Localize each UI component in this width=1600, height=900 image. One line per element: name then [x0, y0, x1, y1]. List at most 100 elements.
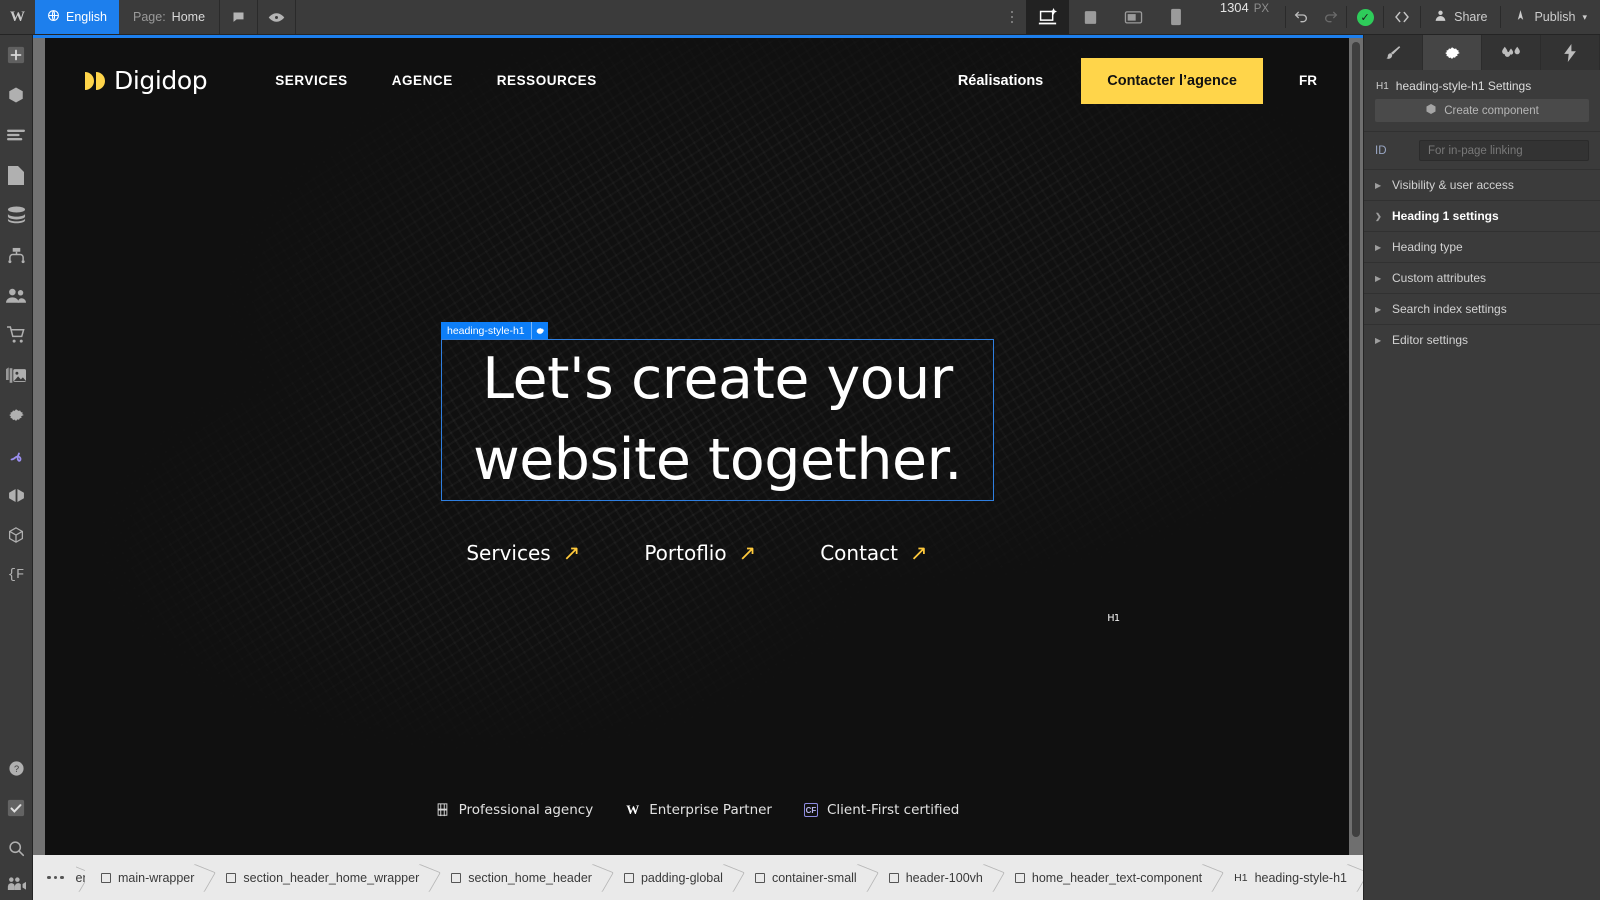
breadcrumb-section-home-header[interactable]: section_home_header — [435, 855, 608, 900]
breakpoint-tablet[interactable] — [1112, 0, 1155, 34]
canvas-scrollbar[interactable] — [1349, 38, 1363, 855]
box-icon — [754, 872, 765, 883]
selection-tag-label: heading-style-h1 — [447, 324, 525, 337]
share-button[interactable]: Share — [1421, 0, 1500, 34]
canvas-left-gutter[interactable] — [33, 38, 45, 855]
section-heading-type[interactable]: ▶ Heading type — [1364, 231, 1600, 262]
id-placeholder: For in-page linking — [1428, 144, 1523, 157]
gear-icon[interactable] — [530, 322, 548, 339]
breadcrumb-main-wrapper[interactable]: main-wrapper — [85, 855, 210, 900]
id-label: ID — [1375, 144, 1387, 157]
site-preview[interactable]: Digidop SERVICES AGENCE RESSOURCES Réali… — [45, 38, 1349, 855]
hero-link-label: Services — [466, 541, 551, 565]
hero-link-label: Portoflio — [644, 541, 727, 565]
section-custom-attributes[interactable]: ▶ Custom attributes — [1364, 262, 1600, 293]
canvas-area: Digidop SERVICES AGENCE RESSOURCES Réali… — [33, 35, 1363, 855]
webflow-logo[interactable]: W — [0, 0, 35, 34]
publish-button[interactable]: Publish ▾ — [1501, 0, 1600, 34]
breadcrumb-header-100vh[interactable]: header-100vh — [873, 855, 999, 900]
nav-language-fr[interactable]: FR — [1299, 73, 1317, 88]
site-navbar: Digidop SERVICES AGENCE RESSOURCES Réali… — [45, 38, 1349, 123]
logic-panel-button[interactable] — [0, 235, 33, 275]
section-heading-1-settings[interactable]: ❯ Heading 1 settings — [1364, 200, 1600, 231]
search-button[interactable] — [0, 828, 33, 868]
share-label: Share — [1454, 10, 1488, 24]
badge-enterprise-partner: W Enterprise Partner — [625, 802, 772, 818]
section-label: Visibility & user access — [1392, 178, 1514, 192]
create-component-button[interactable]: Create component — [1375, 99, 1589, 122]
help-button[interactable]: ? — [0, 748, 33, 788]
add-panel-button[interactable] — [0, 35, 33, 75]
code-icon[interactable] — [1384, 0, 1420, 34]
breadcrumb-label: header-100vh — [905, 870, 983, 885]
viewport-width-unit: PX — [1253, 3, 1270, 15]
comment-icon[interactable] — [220, 0, 259, 34]
redo-icon[interactable] — [1316, 0, 1346, 34]
publish-label: Publish — [1534, 10, 1576, 24]
page-label: Page: — [133, 10, 166, 24]
selection-badge[interactable]: H1 heading-style-h1 — [441, 322, 1120, 624]
contact-cta-button[interactable]: Contacter l’agence — [1081, 57, 1263, 104]
section-label: Custom attributes — [1392, 271, 1487, 285]
breadcrumb-section-header-home-wrapper[interactable]: section_header_home_wrapper — [210, 855, 435, 900]
settings-panel-button[interactable] — [0, 395, 33, 435]
h1-tag-icon: H1 — [1234, 871, 1248, 884]
assets-panel-button[interactable] — [0, 355, 33, 395]
breadcrumb-home-header-text-component[interactable]: home_header_text-component — [999, 855, 1218, 900]
eye-icon[interactable] — [258, 0, 297, 34]
tab-interactions[interactable] — [1541, 35, 1600, 70]
libraries-panel-button[interactable] — [0, 515, 33, 555]
breadcrumb-overflow-icon[interactable] — [33, 875, 76, 880]
undo-icon[interactable] — [1286, 0, 1316, 34]
components-panel-button[interactable] — [0, 75, 33, 115]
interactions-panel-button[interactable] — [0, 435, 33, 475]
breadcrumb-container-small[interactable]: container-small — [739, 855, 873, 900]
breadcrumb-label: home_header_text-component — [1031, 870, 1203, 885]
box-icon — [226, 872, 237, 883]
collaborate-button[interactable] — [0, 868, 33, 900]
navigator-panel-button[interactable] — [0, 115, 33, 155]
chevron-right-icon: ❯ — [1375, 211, 1382, 221]
panel-title-row: H1 heading-style-h1 Settings — [1364, 70, 1600, 99]
breakpoint-desktop-large[interactable] — [1025, 0, 1069, 34]
svg-text:?: ? — [13, 764, 18, 774]
breadcrumb-truncated[interactable]: er — [76, 855, 86, 900]
ecommerce-panel-button[interactable] — [0, 315, 33, 355]
variables-panel-button[interactable]: {F — [0, 555, 33, 595]
variants-panel-button[interactable] — [0, 475, 33, 515]
section-visibility-user-access[interactable]: ▶ Visibility & user access — [1364, 169, 1600, 200]
hero-link-services[interactable]: Services ↗ — [466, 541, 580, 565]
tab-style[interactable] — [1364, 35, 1423, 70]
breadcrumb-heading-style-h1[interactable]: H1 heading-style-h1 — [1218, 855, 1363, 900]
nav-link-realisations[interactable]: Réalisations — [958, 73, 1043, 89]
hero-badges-row: Professional agency W Enterprise Partner… — [45, 802, 1349, 818]
page-selector[interactable]: Page: Home — [119, 0, 221, 34]
more-vertical-icon[interactable] — [998, 0, 1026, 34]
section-editor-settings[interactable]: ▶ Editor settings — [1364, 324, 1600, 355]
nav-link-services[interactable]: SERVICES — [253, 73, 369, 88]
section-search-index-settings[interactable]: ▶ Search index settings — [1364, 293, 1600, 324]
breakpoint-desktop[interactable] — [1069, 0, 1112, 34]
cms-panel-button[interactable] — [0, 195, 33, 235]
language-selector[interactable]: English — [35, 0, 119, 34]
tab-styles-manager[interactable] — [1482, 35, 1541, 70]
site-logo[interactable]: Digidop — [85, 66, 208, 95]
audit-button[interactable] — [0, 788, 33, 828]
save-status-icon[interactable]: ✓ — [1347, 0, 1383, 34]
breakpoint-mobile[interactable] — [1155, 0, 1198, 34]
scrollbar-thumb[interactable] — [1352, 42, 1360, 837]
viewport-width-display[interactable]: 1304 PX — [1198, 0, 1285, 34]
nav-link-ressources[interactable]: RESSOURCES — [475, 73, 619, 88]
rocket-icon — [1514, 9, 1527, 25]
chevron-right-icon: ▶ — [1375, 335, 1382, 345]
badge-label: Client-First certified — [827, 802, 960, 818]
breadcrumb-padding-global[interactable]: padding-global — [608, 855, 739, 900]
right-panel: H1 heading-style-h1 Settings Create comp… — [1363, 35, 1600, 900]
nav-link-agence[interactable]: AGENCE — [370, 73, 475, 88]
hero-link-portfolio[interactable]: Portoflio ↗ — [644, 541, 756, 565]
panel-tabs — [1364, 35, 1600, 70]
users-panel-button[interactable] — [0, 275, 33, 315]
id-input[interactable]: For in-page linking — [1419, 140, 1589, 161]
pages-panel-button[interactable] — [0, 155, 33, 195]
tab-settings[interactable] — [1423, 35, 1482, 70]
